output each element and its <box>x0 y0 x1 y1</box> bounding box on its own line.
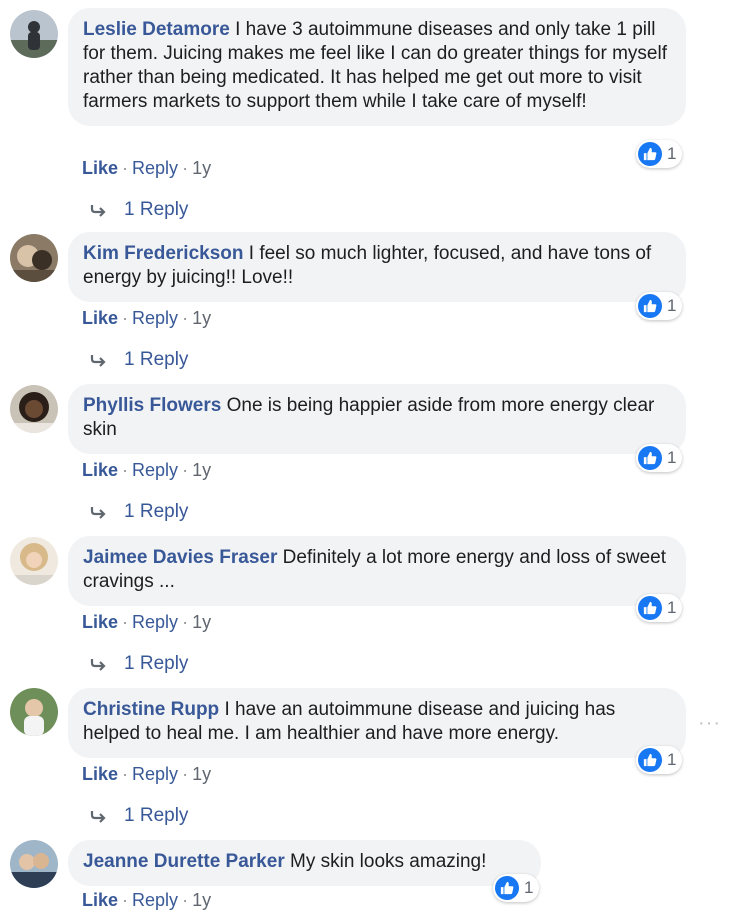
thumbs-up-icon <box>638 142 662 166</box>
separator: · <box>122 890 129 910</box>
comment-actions: Like · Reply · 1y <box>82 764 211 785</box>
like-link[interactable]: Like <box>82 612 118 632</box>
timestamp[interactable]: 1y <box>192 764 211 784</box>
separator: · <box>182 612 189 632</box>
reply-link[interactable]: Reply <box>132 308 178 328</box>
like-link[interactable]: Like <box>82 764 118 784</box>
timestamp[interactable]: 1y <box>192 612 211 632</box>
comment-text: My skin looks amazing! <box>290 851 487 872</box>
reaction-count: 1 <box>667 144 677 163</box>
separator: · <box>122 158 129 178</box>
reaction-badge[interactable]: 1 <box>636 292 683 320</box>
timestamp[interactable]: 1y <box>192 308 211 328</box>
comment-author[interactable]: Phyllis Flowers <box>83 395 221 416</box>
separator: · <box>182 890 189 910</box>
separator: · <box>122 308 129 328</box>
reaction-count: 1 <box>667 448 677 467</box>
timestamp[interactable]: 1y <box>192 460 211 480</box>
comment-actions: Like · Reply · 1y <box>82 612 211 633</box>
view-replies-link[interactable]: 1 Reply <box>90 501 188 523</box>
comment-actions: Like · Reply · 1y <box>82 158 211 179</box>
reply-link[interactable]: Reply <box>132 158 178 178</box>
reply-arrow-icon <box>90 355 106 367</box>
reaction-badge[interactable]: 1 <box>636 746 683 774</box>
replies-count-label: 1 Reply <box>124 653 189 674</box>
replies-count-label: 1 Reply <box>124 501 189 522</box>
reply-link[interactable]: Reply <box>132 764 178 784</box>
comment-bubble: Jaimee Davies Fraser Definitely a lot mo… <box>68 536 686 606</box>
separator: · <box>122 612 129 632</box>
view-replies-link[interactable]: 1 Reply <box>90 349 188 371</box>
thumbs-up-icon <box>638 446 662 470</box>
like-link[interactable]: Like <box>82 890 118 910</box>
thumbs-up-icon <box>638 748 662 772</box>
separator: · <box>122 764 129 784</box>
avatar[interactable] <box>10 840 58 888</box>
avatar[interactable] <box>10 234 58 282</box>
reaction-count: 1 <box>667 598 677 617</box>
like-link[interactable]: Like <box>82 308 118 328</box>
replies-count-label: 1 Reply <box>124 805 189 826</box>
reply-arrow-icon <box>90 205 106 217</box>
separator: · <box>122 460 129 480</box>
reaction-count: 1 <box>524 878 534 897</box>
replies-count-label: 1 Reply <box>124 349 189 370</box>
comment-bubble: Christine Rupp I have an autoimmune dise… <box>68 688 686 758</box>
view-replies-link[interactable]: 1 Reply <box>90 805 188 827</box>
comment-bubble: Leslie Detamore I have 3 autoimmune dise… <box>68 8 686 126</box>
reply-link[interactable]: Reply <box>132 460 178 480</box>
comment-actions: Like · Reply · 1y <box>82 890 211 911</box>
replies-count-label: 1 Reply <box>124 199 189 220</box>
avatar[interactable] <box>10 385 58 433</box>
reply-link[interactable]: Reply <box>132 612 178 632</box>
comment-bubble: Phyllis Flowers One is being happier asi… <box>68 384 686 454</box>
comment-actions: Like · Reply · 1y <box>82 308 211 329</box>
comment-author[interactable]: Jaimee Davies Fraser <box>83 547 277 568</box>
thumbs-up-icon <box>638 596 662 620</box>
separator: · <box>182 158 189 178</box>
reply-arrow-icon <box>90 659 106 671</box>
thumbs-up-icon <box>638 294 662 318</box>
view-replies-link[interactable]: 1 Reply <box>90 653 188 675</box>
comment-bubble: Jeanne Durette Parker My skin looks amaz… <box>68 840 541 886</box>
avatar[interactable] <box>10 537 58 585</box>
timestamp[interactable]: 1y <box>192 890 211 910</box>
reaction-badge[interactable]: 1 <box>636 444 683 472</box>
comment-author[interactable]: Christine Rupp <box>83 699 219 720</box>
reaction-badge[interactable]: 1 <box>636 594 683 622</box>
reaction-badge[interactable]: 1 <box>636 140 683 168</box>
separator: · <box>182 308 189 328</box>
reply-arrow-icon <box>90 811 106 823</box>
view-replies-link[interactable]: 1 Reply <box>90 199 188 221</box>
comment-actions: Like · Reply · 1y <box>82 460 211 481</box>
comment-bubble: Kim Frederickson I feel so much lighter,… <box>68 232 686 302</box>
like-link[interactable]: Like <box>82 158 118 178</box>
reply-link[interactable]: Reply <box>132 890 178 910</box>
timestamp[interactable]: 1y <box>192 158 211 178</box>
comment-author[interactable]: Kim Frederickson <box>83 243 244 264</box>
avatar[interactable] <box>10 688 58 736</box>
reply-arrow-icon <box>90 507 106 519</box>
reaction-count: 1 <box>667 750 677 769</box>
reaction-count: 1 <box>667 296 677 315</box>
thumbs-up-icon <box>495 876 519 900</box>
comment-author[interactable]: Jeanne Durette Parker <box>83 851 285 872</box>
reaction-badge[interactable]: 1 <box>493 874 540 902</box>
like-link[interactable]: Like <box>82 460 118 480</box>
more-options-icon[interactable]: ··· <box>698 712 721 735</box>
separator: · <box>182 460 189 480</box>
avatar[interactable] <box>10 10 58 58</box>
comment-author[interactable]: Leslie Detamore <box>83 19 230 40</box>
separator: · <box>182 764 189 784</box>
